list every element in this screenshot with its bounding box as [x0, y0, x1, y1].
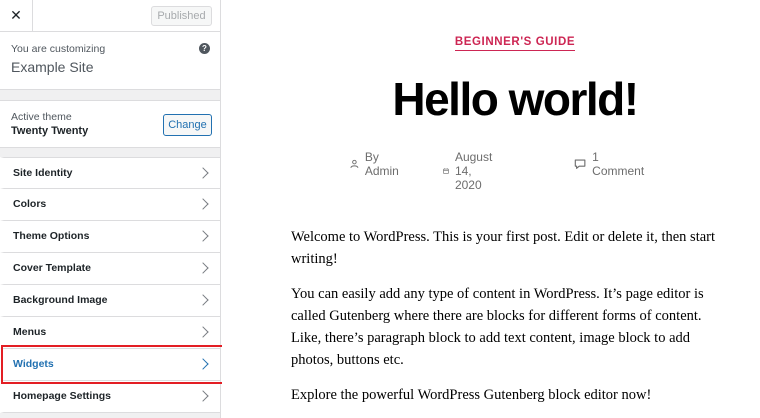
menu-item-background-image[interactable]: Background Image [0, 285, 220, 317]
menu-item-label: Widgets [13, 358, 54, 370]
menu-item-label: Background Image [13, 294, 108, 306]
menu-item-colors[interactable]: Colors [0, 189, 220, 221]
post-category: BEGINNER'S GUIDE [222, 36, 760, 51]
active-theme-label: Active theme [11, 111, 72, 123]
author-text: By Admin [364, 150, 399, 178]
chevron-right-icon [197, 230, 209, 242]
site-title: Example Site [11, 59, 94, 75]
calendar-icon [443, 168, 449, 174]
date-text: August 14, 2020 [454, 150, 493, 192]
paragraph: Explore the powerful WordPress Gutenberg… [291, 387, 652, 403]
chevron-right-icon [197, 358, 209, 370]
comments-text: 1 Comment [592, 150, 645, 178]
post-author[interactable]: By Admin [350, 150, 402, 178]
customizing-label: You are customizing [11, 43, 106, 55]
menu-item-widgets[interactable]: Widgets [0, 349, 220, 381]
post-title: Hello world! [392, 73, 639, 125]
comment-icon [574, 159, 586, 169]
menu-item-label: Homepage Settings [13, 390, 112, 402]
customizer-sidebar: ✕ Published You are customizing Example … [0, 0, 221, 418]
chevron-right-icon [197, 390, 209, 402]
category-link[interactable]: BEGINNER'S GUIDE [454, 36, 576, 51]
menu-item-label: Colors [13, 198, 47, 210]
menu-item-menus[interactable]: Menus [0, 317, 220, 349]
active-theme-section: Active theme Twenty Twenty Change [0, 100, 220, 148]
menu-item-label: Site Identity [13, 167, 73, 179]
user-icon [350, 159, 359, 169]
post-date[interactable]: August 14, 2020 [443, 150, 498, 192]
menu-item-site-identity[interactable]: Site Identity [0, 157, 220, 189]
menu-item-label: Cover Template [13, 262, 91, 274]
post-comments[interactable]: 1 Comment [574, 150, 646, 178]
post-content: Welcome to WordPress. This is your first… [291, 226, 731, 418]
customizer-menu: Site Identity Colors Theme Options Cover… [0, 157, 220, 413]
menu-item-cover-template[interactable]: Cover Template [0, 253, 220, 285]
change-theme-button[interactable]: Change [163, 114, 212, 136]
site-preview: BEGINNER'S GUIDE Hello world! By Admin A… [222, 0, 760, 418]
customizer-info: You are customizing Example Site ? [0, 32, 220, 90]
menu-item-label: Menus [13, 326, 47, 338]
publish-button: Published [151, 6, 212, 26]
close-icon[interactable]: ✕ [0, 0, 33, 31]
menu-item-theme-options[interactable]: Theme Options [0, 221, 220, 253]
paragraph: Welcome to WordPress. This is your first… [291, 229, 716, 267]
menu-item-label: Theme Options [13, 230, 90, 242]
chevron-right-icon [197, 198, 209, 210]
paragraph: You can easily add any type of content i… [291, 286, 704, 368]
theme-name: Twenty Twenty [11, 125, 89, 137]
help-icon[interactable]: ? [199, 43, 210, 54]
customizer-header: ✕ Published [0, 0, 220, 32]
chevron-right-icon [197, 262, 209, 274]
menu-item-homepage-settings[interactable]: Homepage Settings [0, 381, 220, 413]
chevron-right-icon [197, 326, 209, 338]
chevron-right-icon [197, 167, 209, 179]
chevron-right-icon [197, 294, 209, 306]
